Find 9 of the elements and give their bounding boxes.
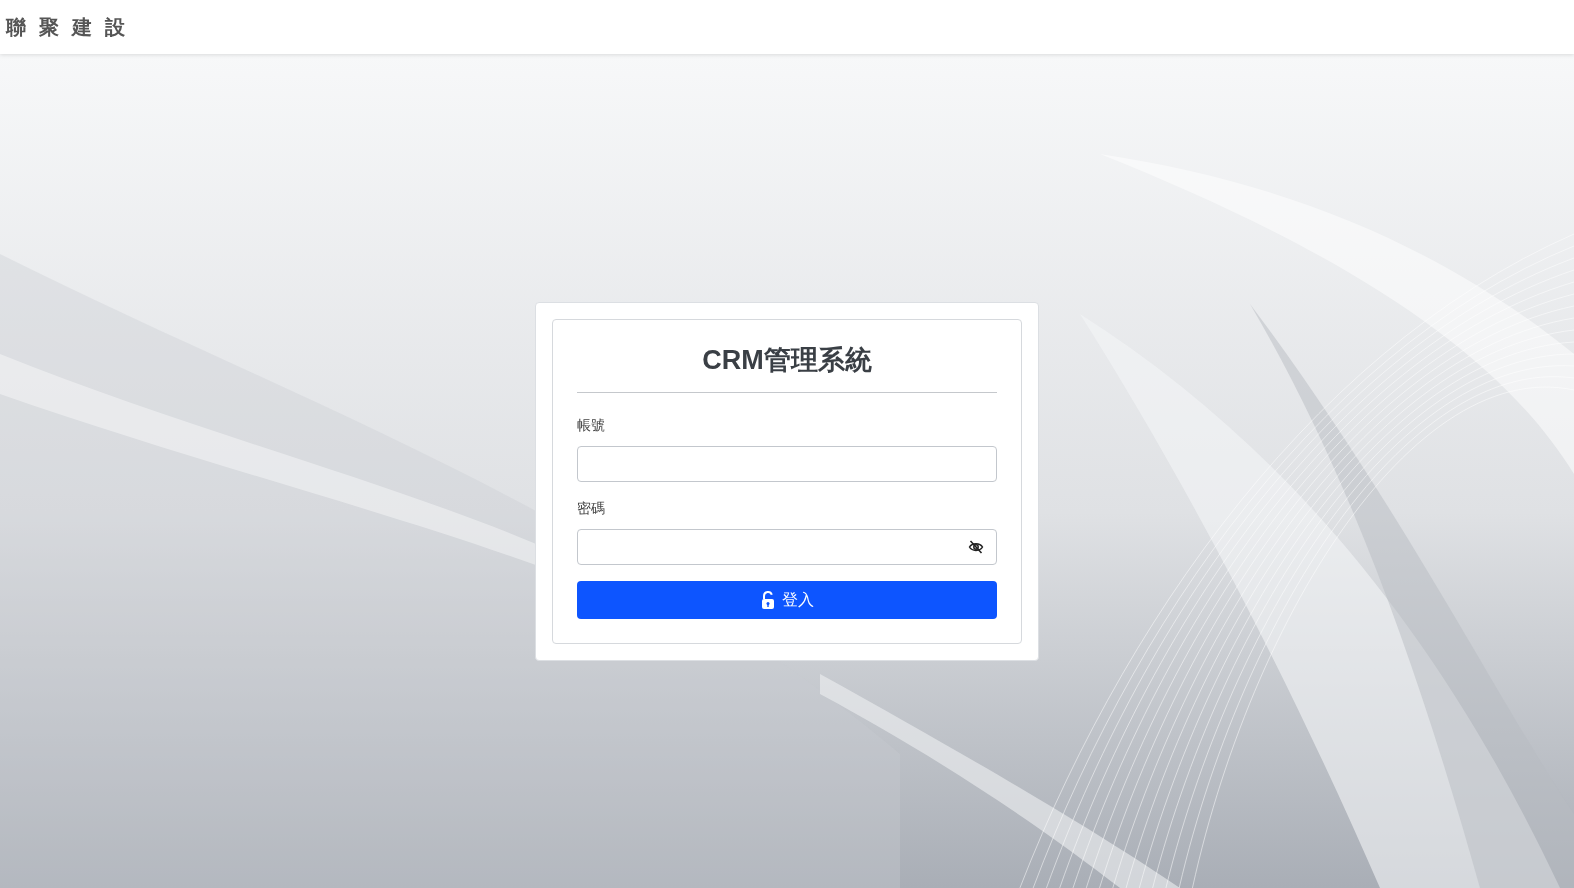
account-field[interactable]: [577, 446, 997, 482]
login-button[interactable]: 登入: [577, 581, 997, 619]
password-field[interactable]: [577, 529, 997, 565]
unlock-icon: [760, 591, 776, 609]
field-label: 帳號: [577, 417, 606, 435]
logo-text: 聯 聚 建 設: [6, 13, 128, 41]
eye-slash-icon[interactable]: [968, 539, 984, 555]
field-label: 密碼: [577, 500, 606, 518]
login-title: CRM管理系統: [577, 342, 997, 393]
